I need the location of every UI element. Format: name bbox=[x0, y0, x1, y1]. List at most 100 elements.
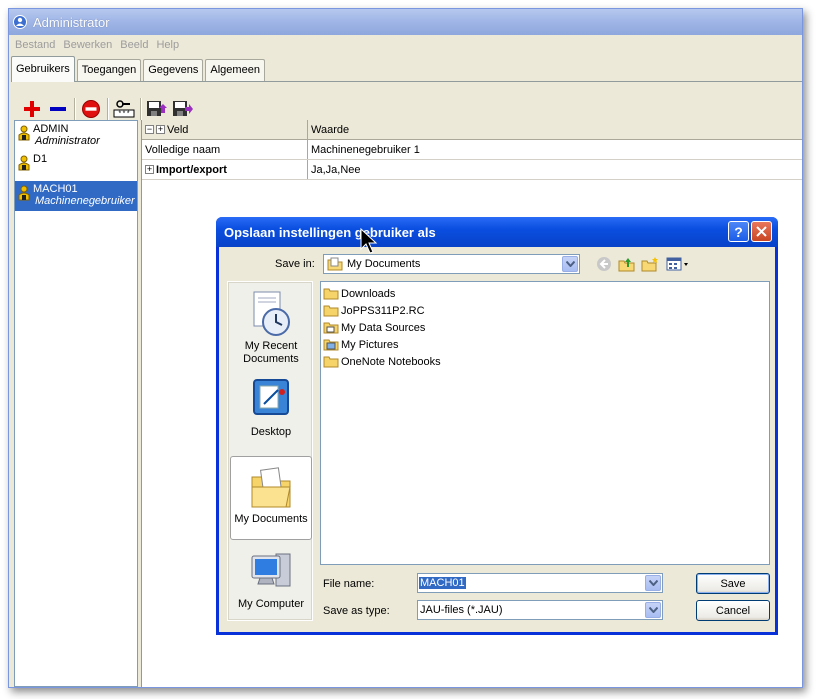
header-veld-label: Veld bbox=[167, 123, 189, 136]
password-button[interactable]: *** bbox=[111, 96, 137, 122]
save-in-dropdown[interactable]: My Documents bbox=[323, 254, 580, 274]
help-button[interactable]: ? bbox=[728, 221, 749, 242]
place-my-documents[interactable]: My Documents bbox=[230, 456, 312, 540]
user-icon bbox=[18, 155, 30, 171]
menu-bestand[interactable]: Bestand bbox=[11, 39, 59, 51]
menu-help[interactable]: Help bbox=[152, 39, 183, 51]
expand-icon[interactable]: + bbox=[145, 165, 154, 174]
plus-icon bbox=[24, 101, 40, 117]
places-bar: My Recent Documents Desktop My Documents… bbox=[227, 281, 313, 621]
list-item[interactable]: Downloads bbox=[323, 285, 767, 302]
menu-beeld[interactable]: Beeld bbox=[116, 39, 152, 51]
row-field: + Import/export bbox=[142, 160, 308, 179]
user-icon bbox=[18, 185, 30, 201]
export-button[interactable] bbox=[170, 96, 196, 122]
close-button[interactable] bbox=[751, 221, 772, 242]
expand-all-icon[interactable]: + bbox=[156, 125, 165, 134]
my-documents-icon bbox=[251, 467, 291, 508]
file-name: My Pictures bbox=[341, 338, 399, 351]
save-type-label: Save as type: bbox=[323, 605, 390, 617]
save-type-value: JAU-files (*.JAU) bbox=[420, 604, 503, 616]
place-label: My Computer bbox=[237, 598, 305, 610]
dialog-title: Opslaan instellingen gebruiker als bbox=[224, 224, 436, 240]
user-icon bbox=[18, 125, 30, 141]
svg-text:***: *** bbox=[118, 111, 131, 119]
mouse-cursor-icon bbox=[360, 228, 378, 254]
folder-icon bbox=[323, 305, 339, 317]
collapse-all-icon[interactable]: − bbox=[145, 125, 154, 134]
save-dialog: Opslaan instellingen gebruiker als ? Sav… bbox=[216, 217, 778, 635]
user-app-icon bbox=[13, 15, 27, 29]
save-button[interactable]: Save bbox=[696, 573, 770, 594]
chevron-down-icon[interactable] bbox=[645, 602, 661, 618]
header-veld[interactable]: − + Veld bbox=[142, 120, 308, 139]
desktop-icon bbox=[253, 379, 289, 415]
minus-icon bbox=[50, 107, 66, 111]
file-name-input[interactable]: MACH01 bbox=[417, 573, 663, 593]
row-value[interactable]: Machinenegebruiker 1 bbox=[308, 140, 802, 159]
save-type-dropdown[interactable]: JAU-files (*.JAU) bbox=[417, 600, 663, 620]
table-row[interactable]: + Import/export Ja,Ja,Nee bbox=[142, 160, 802, 180]
new-folder-icon bbox=[641, 257, 658, 272]
row-value[interactable]: Ja,Ja,Nee bbox=[308, 160, 802, 179]
place-desktop[interactable]: Desktop bbox=[230, 370, 312, 454]
save-in-label: Save in: bbox=[275, 258, 315, 270]
tab-algemeen[interactable]: Algemeen bbox=[205, 59, 265, 82]
export-disk-icon bbox=[173, 101, 193, 116]
user-item-d1[interactable]: D1 bbox=[15, 151, 137, 181]
list-item[interactable]: JoPPS311P2.RC bbox=[323, 302, 767, 319]
dialog-title-bar[interactable]: Opslaan instellingen gebruiker als bbox=[216, 217, 778, 247]
chevron-down-icon[interactable] bbox=[645, 575, 661, 591]
password-key-icon: *** bbox=[113, 100, 135, 119]
import-disk-icon bbox=[147, 101, 167, 116]
folder-icon bbox=[323, 288, 339, 300]
toolbar-separator bbox=[107, 98, 108, 120]
place-recent-documents[interactable]: My Recent Documents bbox=[230, 284, 312, 368]
up-folder-button[interactable] bbox=[617, 255, 637, 273]
user-name: ADMIN bbox=[33, 123, 69, 135]
pictures-folder-icon bbox=[323, 339, 339, 351]
menu-bewerken[interactable]: Bewerken bbox=[59, 39, 116, 51]
window-title: Administrator bbox=[33, 14, 110, 30]
new-folder-button[interactable] bbox=[640, 255, 660, 273]
chevron-down-icon[interactable] bbox=[562, 256, 578, 272]
view-menu-icon bbox=[666, 257, 688, 271]
back-button[interactable] bbox=[594, 255, 614, 273]
place-my-computer[interactable]: My Computer bbox=[230, 542, 312, 626]
table-row[interactable]: Volledige naam Machinenegebruiker 1 bbox=[142, 140, 802, 160]
list-item[interactable]: My Data Sources bbox=[323, 319, 767, 336]
list-item[interactable]: My Pictures bbox=[323, 336, 767, 353]
add-user-button[interactable] bbox=[19, 96, 45, 122]
toolbar-separator bbox=[74, 98, 75, 120]
tab-strip: Gebruikers Toegangen Gegevens Algemeen bbox=[11, 56, 267, 82]
user-name: MACH01 bbox=[33, 183, 78, 195]
file-name-value: MACH01 bbox=[419, 577, 466, 589]
title-bar[interactable]: Administrator bbox=[9, 9, 802, 35]
up-folder-icon bbox=[618, 258, 635, 272]
file-name: JoPPS311P2.RC bbox=[341, 304, 425, 317]
file-list[interactable]: Downloads JoPPS311P2.RC My Data Sources … bbox=[320, 281, 770, 565]
back-arrow-icon bbox=[597, 257, 611, 271]
user-list[interactable]: ADMIN Administrator D1 MACH01 Machineneg… bbox=[14, 120, 138, 687]
import-button[interactable] bbox=[144, 96, 170, 122]
list-item[interactable]: OneNote Notebooks bbox=[323, 353, 767, 370]
remove-user-button[interactable] bbox=[45, 96, 71, 122]
place-label: My Documents bbox=[234, 513, 308, 525]
close-icon bbox=[756, 226, 767, 237]
block-user-button[interactable] bbox=[78, 96, 104, 122]
save-in-value: My Documents bbox=[347, 258, 421, 270]
user-item-mach01[interactable]: MACH01 Machinenegebruiker bbox=[15, 181, 137, 211]
file-name: My Data Sources bbox=[341, 321, 426, 334]
file-name: Downloads bbox=[341, 287, 396, 300]
header-waarde[interactable]: Waarde bbox=[308, 120, 802, 139]
tab-toegangen[interactable]: Toegangen bbox=[76, 59, 142, 82]
row-field-label: Import/export bbox=[156, 163, 227, 176]
folder-icon bbox=[323, 356, 339, 368]
tab-gebruikers[interactable]: Gebruikers bbox=[11, 56, 75, 82]
file-name: OneNote Notebooks bbox=[341, 355, 441, 368]
views-menu-button[interactable] bbox=[665, 255, 691, 273]
data-sources-folder-icon bbox=[323, 322, 339, 334]
user-item-admin[interactable]: ADMIN Administrator bbox=[15, 121, 137, 151]
tab-gegevens[interactable]: Gegevens bbox=[143, 59, 204, 82]
cancel-button[interactable]: Cancel bbox=[696, 600, 770, 621]
